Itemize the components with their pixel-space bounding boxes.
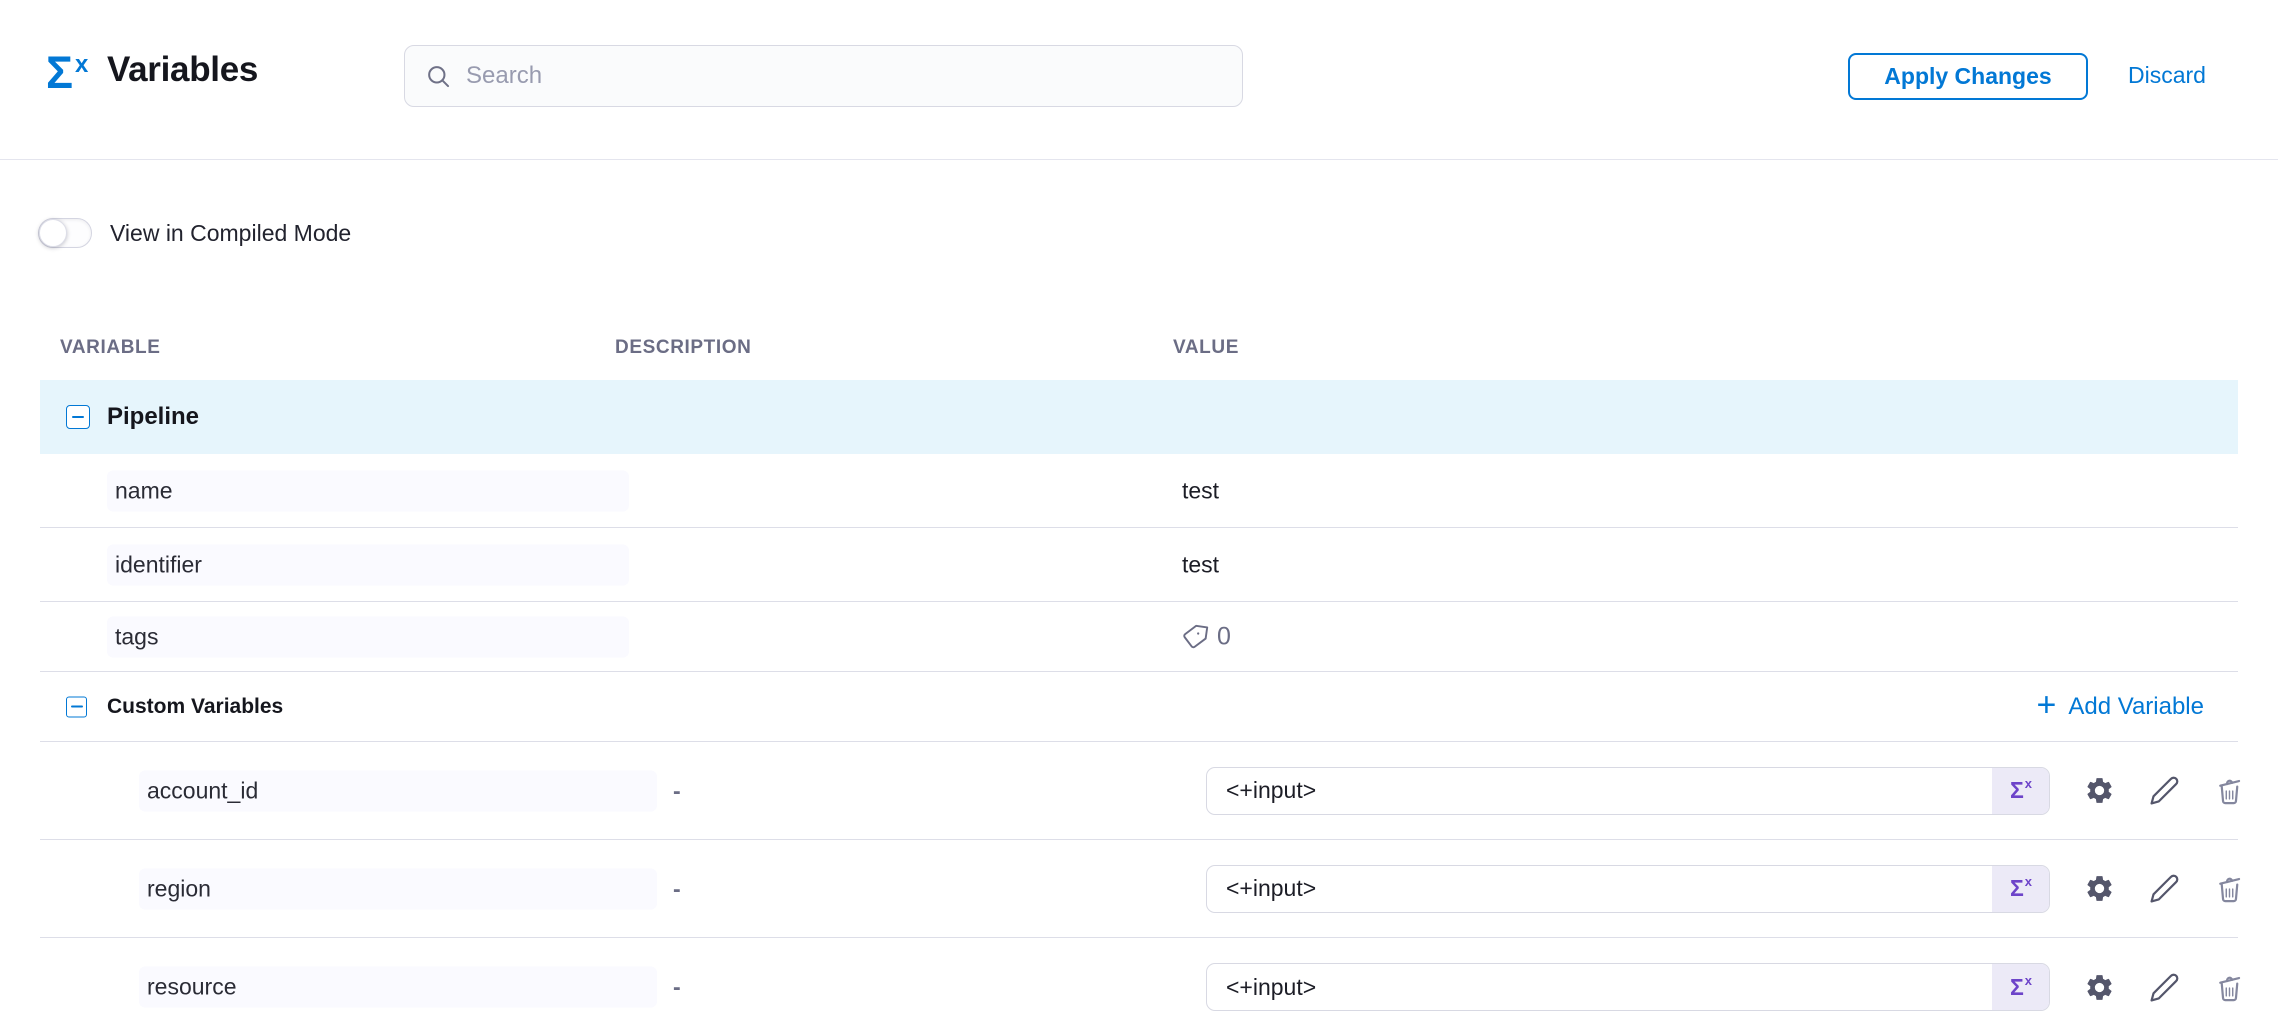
table-header-row: VARIABLE DESCRIPTION VALUE	[40, 325, 2238, 380]
variable-name-cell: name	[107, 470, 629, 511]
variable-name-cell: resource	[139, 967, 657, 1008]
description-cell: -	[673, 777, 681, 804]
table-row-name: name test	[40, 454, 2238, 528]
variable-name-cell: account_id	[139, 770, 657, 811]
variable-name-cell: tags	[107, 616, 629, 657]
value-input[interactable]	[1207, 866, 1992, 912]
search-input[interactable]	[466, 62, 1222, 90]
search-box[interactable]	[404, 45, 1243, 107]
tags-count: 0	[1181, 622, 1231, 651]
table-row-account-id: account_id - Σx	[40, 742, 2238, 840]
table-row-identifier: identifier test	[40, 528, 2238, 602]
row-actions	[2083, 971, 2245, 1003]
collapse-minus-icon[interactable]	[66, 696, 87, 717]
runtime-input-sigma-icon[interactable]: Σx	[1992, 866, 2049, 912]
apply-changes-button[interactable]: Apply Changes	[1848, 53, 2088, 100]
column-header-variable: VARIABLE	[60, 337, 161, 359]
column-header-value: VALUE	[1173, 337, 1239, 359]
group-row-pipeline: Pipeline	[40, 380, 2238, 454]
runtime-input-field[interactable]: Σx	[1206, 963, 2050, 1011]
table-row-tags: tags 0	[40, 602, 2238, 672]
sigma-x-logo-icon: Σx	[46, 50, 86, 95]
compiled-mode-toolbar: View in Compiled Mode	[38, 218, 351, 248]
edit-pencil-icon[interactable]	[2148, 775, 2180, 807]
toggle-knob	[39, 219, 67, 247]
variable-value-cell: test	[1182, 551, 1219, 578]
settings-gear-icon[interactable]	[2083, 873, 2115, 905]
column-header-description: DESCRIPTION	[615, 337, 751, 359]
plus-icon: +	[2036, 688, 2056, 722]
discard-button[interactable]: Discard	[2128, 62, 2206, 89]
delete-trash-icon[interactable]	[2213, 873, 2245, 905]
delete-trash-icon[interactable]	[2213, 971, 2245, 1003]
collapse-minus-icon[interactable]	[66, 405, 90, 429]
variable-value-cell: test	[1182, 477, 1219, 504]
runtime-input-field[interactable]: Σx	[1206, 865, 2050, 913]
page-header: Σx Variables Apply Changes Discard	[0, 0, 2278, 160]
magnifier-icon	[425, 63, 452, 90]
runtime-input-sigma-icon[interactable]: Σx	[1992, 768, 2049, 814]
add-variable-button[interactable]: + Add Variable	[2036, 690, 2204, 724]
runtime-input-field[interactable]: Σx	[1206, 767, 2050, 815]
table-row-resource: resource - Σx	[40, 938, 2238, 1036]
description-cell: -	[673, 875, 681, 902]
variable-name-cell: region	[139, 868, 657, 909]
variables-table: VARIABLE DESCRIPTION VALUE Pipeline name…	[40, 325, 2238, 1036]
group-row-custom-variables: Custom Variables + Add Variable	[40, 672, 2238, 742]
compiled-mode-toggle[interactable]	[38, 218, 92, 248]
tag-icon	[1179, 621, 1209, 651]
value-input[interactable]	[1207, 964, 1992, 1010]
description-cell: -	[673, 974, 681, 1001]
runtime-input-sigma-icon[interactable]: Σx	[1992, 964, 2049, 1010]
settings-gear-icon[interactable]	[2083, 971, 2115, 1003]
compiled-mode-label: View in Compiled Mode	[110, 220, 351, 247]
group-title-custom-variables: Custom Variables	[107, 695, 283, 719]
page-title: Variables	[107, 50, 258, 90]
group-title-pipeline: Pipeline	[107, 403, 199, 431]
edit-pencil-icon[interactable]	[2148, 873, 2180, 905]
value-input[interactable]	[1207, 768, 1992, 814]
edit-pencil-icon[interactable]	[2148, 971, 2180, 1003]
delete-trash-icon[interactable]	[2213, 775, 2245, 807]
table-row-region: region - Σx	[40, 840, 2238, 938]
row-actions	[2083, 873, 2245, 905]
variable-name-cell: identifier	[107, 544, 629, 585]
settings-gear-icon[interactable]	[2083, 775, 2115, 807]
row-actions	[2083, 775, 2245, 807]
